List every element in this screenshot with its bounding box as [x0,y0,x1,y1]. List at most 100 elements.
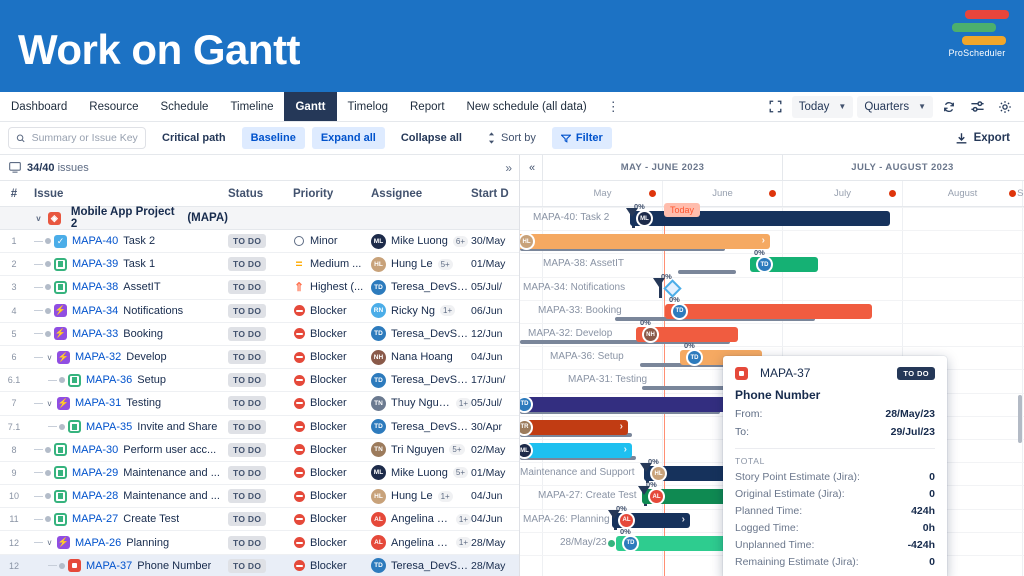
table-row[interactable]: 5⚡MAPA-33BookingTO DOBlockerTDTeresa_Dev… [0,323,519,346]
gantt-bar-avatar[interactable]: TD [622,535,639,552]
today-dropdown[interactable]: Today ▼ [792,96,854,118]
export-button[interactable]: Export [955,132,1016,145]
nav-tab-timelog[interactable]: Timelog [337,92,399,121]
status-badge[interactable]: TO DO [228,373,266,387]
nav-tab-gantt[interactable]: Gantt [284,92,336,121]
gear-icon[interactable] [993,96,1017,118]
assignee-cell[interactable]: TNTri Nguyen5+ [371,442,471,457]
issue-key[interactable]: MAPA-32 [75,351,121,363]
gantt-bar[interactable]: › [520,443,632,458]
issue-key[interactable]: MAPA-35 [86,421,132,433]
status-badge[interactable]: TO DO [228,536,266,550]
issue-key[interactable]: MAPA-31 [75,397,121,409]
table-row[interactable]: 6v⚡MAPA-32DevelopTO DOBlockerNHNana Hoan… [0,346,519,369]
column-header-start-date[interactable]: Start D [471,188,519,200]
row-expand-icon[interactable]: v [45,399,54,408]
table-row[interactable]: 7v⚡MAPA-31TestingTO DOBlockerTNThuy Nguy… [0,392,519,415]
expand-all-button[interactable]: Expand all [312,127,385,149]
collapse-all-button[interactable]: Collapse all [392,127,471,149]
nav-tab-dashboard[interactable]: Dashboard [0,92,78,121]
issue-key[interactable]: MAPA-30 [72,444,118,456]
issue-key[interactable]: MAPA-40 [72,235,118,247]
table-row[interactable]: 10MAPA-28Maintenance and ...TO DOBlocker… [0,485,519,508]
issue-key[interactable]: MAPA-36 [86,374,132,386]
issue-key[interactable]: MAPA-37 [86,560,132,572]
issue-key[interactable]: MAPA-27 [72,513,118,525]
assignee-cell[interactable]: NHNana Hoang [371,350,471,365]
zoom-level-dropdown[interactable]: Quarters ▼ [857,96,933,118]
status-badge[interactable]: TO DO [228,466,266,480]
assignee-cell[interactable]: TDTeresa_DevSa... [371,558,471,573]
table-row[interactable]: 11MAPA-27Create TestTO DOBlockerALAngeli… [0,508,519,531]
column-header-assignee[interactable]: Assignee [371,188,471,200]
project-row[interactable]: v ◈ Mobile App Project 2 (MAPA) [0,207,519,230]
issue-key[interactable]: MAPA-33 [72,328,118,340]
assignee-cell[interactable]: HLHung Le5+ [371,257,471,272]
gantt-bar-avatar[interactable]: TD [671,303,688,320]
row-expand-icon[interactable]: v [45,353,54,362]
issue-key[interactable]: MAPA-38 [72,281,118,293]
column-header-issue[interactable]: Issue [28,188,228,200]
gantt-bar[interactable]: › [520,234,770,249]
search-box[interactable] [8,127,146,149]
search-input[interactable] [32,132,138,144]
project-collapse-icon[interactable]: v [34,214,43,223]
table-row[interactable]: 6.1MAPA-36SetupTO DOBlockerTDTeresa_DevS… [0,369,519,392]
assignee-cell[interactable]: ALAngelina L...1+ [371,512,471,527]
table-row[interactable]: 2MAPA-39Task 1TO DO=Medium ...HLHung Le5… [0,253,519,276]
status-badge[interactable]: TO DO [228,304,266,318]
gantt-bar[interactable] [665,304,872,319]
status-badge[interactable]: TO DO [228,489,266,503]
table-row[interactable]: 9MAPA-29Maintenance and ...TO DOBlockerM… [0,462,519,485]
gantt-bar-avatar[interactable]: NH [642,326,659,343]
gantt-bar[interactable]: › [520,420,628,435]
critical-path-button[interactable]: Critical path [153,127,235,149]
column-header-number[interactable]: # [0,188,28,200]
baseline-button[interactable]: Baseline [242,127,305,149]
status-badge[interactable]: TO DO [228,327,266,341]
status-badge[interactable]: TO DO [228,350,266,364]
assignee-cell[interactable]: HLHung Le1+ [371,489,471,504]
assignee-cell[interactable]: RNRicky Ng1+ [371,303,471,318]
assignee-cell[interactable]: MLMike Luong5+ [371,465,471,480]
issue-key[interactable]: MAPA-28 [72,490,118,502]
vertical-scrollbar[interactable] [1018,395,1022,443]
refresh-icon[interactable] [937,96,961,118]
nav-tab-report[interactable]: Report [399,92,456,121]
table-row[interactable]: 12v⚡MAPA-26PlanningTO DOBlockerALAngelin… [0,531,519,554]
status-badge[interactable]: TO DO [228,559,266,573]
gantt-bar-avatar[interactable]: AL [618,512,635,529]
issue-key[interactable]: MAPA-29 [72,467,118,479]
status-badge[interactable]: TO DO [228,420,266,434]
table-row[interactable]: 12MAPA-37Phone NumberTO DOBlockerTDTeres… [0,555,519,576]
status-badge[interactable]: TO DO [228,257,266,271]
nav-more-icon[interactable]: ⋮ [598,92,629,121]
status-badge[interactable]: TO DO [228,512,266,526]
nav-tab-resource[interactable]: Resource [78,92,149,121]
assignee-cell[interactable]: TDTeresa_DevSa... [371,373,471,388]
issue-key[interactable]: MAPA-39 [72,258,118,270]
status-badge[interactable]: TO DO [228,234,266,248]
gantt-bar-avatar[interactable]: ML [636,210,653,227]
table-row[interactable]: 4⚡MAPA-34NotificationsTO DOBlockerRNRick… [0,300,519,323]
column-header-status[interactable]: Status [228,188,293,200]
status-badge[interactable]: TO DO [228,443,266,457]
issue-key[interactable]: MAPA-34 [72,305,118,317]
nav-tab-timeline[interactable]: Timeline [219,92,284,121]
assignee-cell[interactable]: TDTeresa_DevSa... [371,280,471,295]
filter-button[interactable]: Filter [552,127,612,149]
sort-by-button[interactable]: Sort by [478,127,545,149]
table-row[interactable]: 7.1MAPA-35Invite and ShareTO DOBlockerTD… [0,416,519,439]
status-badge[interactable]: TO DO [228,280,266,294]
fullscreen-icon[interactable] [764,96,788,118]
nav-tab-schedule[interactable]: Schedule [149,92,219,121]
assignee-cell[interactable]: TDTeresa_DevSa... [371,326,471,341]
issue-key[interactable]: MAPA-26 [75,537,121,549]
nav-tab-new-schedule[interactable]: New schedule (all data) [456,92,598,121]
settings-sliders-icon[interactable] [965,96,989,118]
column-header-priority[interactable]: Priority [293,188,371,200]
collapse-panel-icon[interactable]: « [520,162,542,174]
table-row[interactable]: 8MAPA-30Perform user acc...TO DOBlockerT… [0,439,519,462]
assignee-cell[interactable]: ALAngelina L...1+ [371,535,471,550]
assignee-cell[interactable]: TNThuy Nguy...1+ [371,396,471,411]
